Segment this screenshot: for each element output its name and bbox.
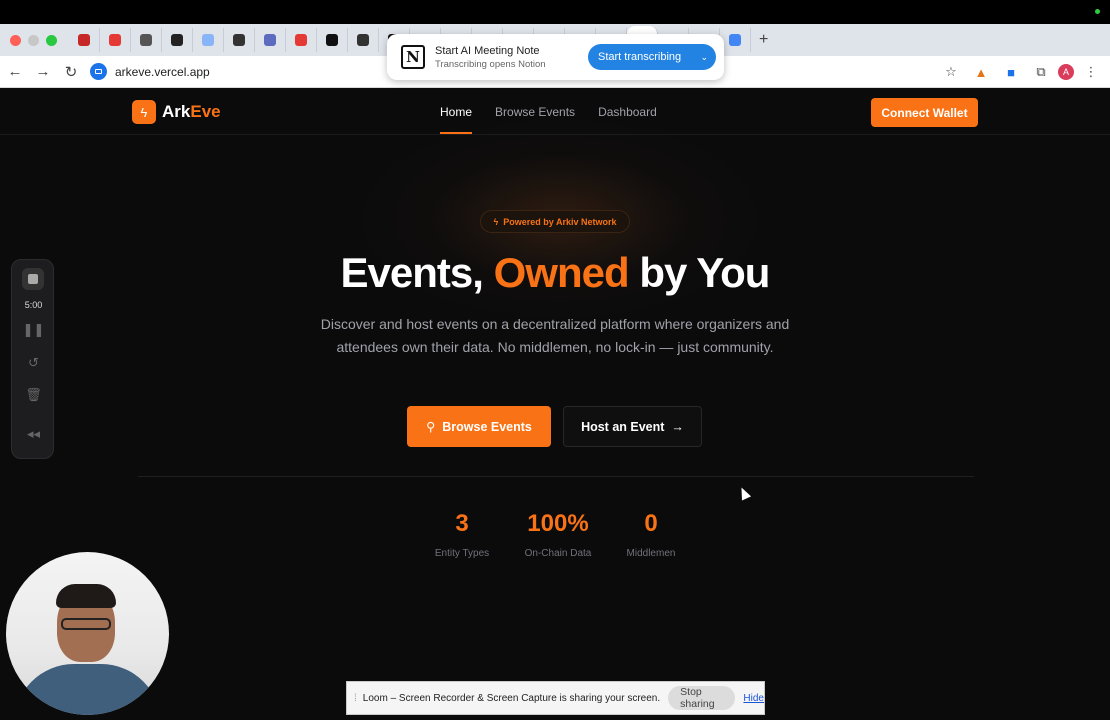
stop-sharing-button[interactable]: Stop sharing bbox=[668, 686, 736, 710]
metamask-extension-icon[interactable]: ▲ bbox=[968, 60, 994, 84]
new-tab-button[interactable]: + bbox=[759, 31, 768, 49]
site-info-icon[interactable] bbox=[90, 63, 107, 80]
reload-icon[interactable]: ↻ bbox=[58, 59, 84, 85]
tab[interactable] bbox=[255, 28, 286, 52]
window-controls bbox=[10, 34, 57, 46]
stat-on-chain-data: 100% On-Chain Data bbox=[520, 510, 596, 559]
loom-control-panel: 5:00 ❚❚ ↺ 🗑 ◂◂ bbox=[11, 259, 54, 459]
tab[interactable] bbox=[193, 28, 224, 52]
stat-label: On-Chain Data bbox=[524, 548, 592, 559]
stop-recording-button[interactable] bbox=[22, 268, 44, 290]
lightning-icon: ϟ bbox=[132, 100, 156, 124]
start-transcribing-button[interactable]: Start transcribing ⌄ bbox=[588, 44, 716, 70]
stat-label: Entity Types bbox=[434, 548, 490, 559]
notion-popup-subtitle: Transcribing opens Notion bbox=[435, 58, 546, 70]
tab[interactable] bbox=[69, 28, 100, 52]
minimize-window-button[interactable] bbox=[28, 34, 39, 46]
main-nav: Home Browse Events Dashboard bbox=[440, 105, 657, 134]
recording-timer: 5:00 bbox=[24, 300, 43, 310]
tab-favicon-icon bbox=[295, 34, 307, 46]
powered-by-badge: ϟ Powered by Arkiv Network bbox=[480, 210, 630, 233]
tab-favicon-icon bbox=[357, 34, 369, 46]
stat-value: 0 bbox=[644, 510, 658, 537]
host-event-label: Host an Event bbox=[581, 419, 665, 434]
chevron-down-icon[interactable]: ⌄ bbox=[700, 52, 708, 63]
tab[interactable] bbox=[100, 28, 131, 52]
tab[interactable] bbox=[162, 28, 193, 52]
tab-favicon-icon bbox=[109, 34, 121, 46]
drag-handle-icon[interactable]: ⁞ bbox=[354, 693, 357, 704]
brand-name: ArkEve bbox=[162, 102, 221, 121]
stat-middlemen: 0 Middlemen bbox=[622, 510, 680, 559]
tab-favicon-icon bbox=[78, 34, 90, 46]
stat-entity-types: 3 Entity Types bbox=[432, 510, 492, 559]
browser-menu-icon[interactable]: ⋮ bbox=[1078, 60, 1104, 84]
pause-icon[interactable]: ❚❚ bbox=[12, 322, 55, 338]
search-icon: ⚲ bbox=[426, 420, 436, 434]
stat-value: 3 bbox=[455, 510, 469, 537]
hide-link[interactable]: Hide bbox=[743, 693, 764, 704]
site-header: ϟ ArkEve Home Browse Events Dashboard Co… bbox=[0, 89, 1110, 135]
tab[interactable] bbox=[348, 28, 379, 52]
nav-browse-events[interactable]: Browse Events bbox=[495, 105, 575, 119]
maximize-window-button[interactable] bbox=[46, 34, 57, 46]
section-divider bbox=[138, 476, 974, 477]
address-bar[interactable]: arkeve.vercel.app bbox=[90, 60, 210, 84]
collapse-icon[interactable]: ◂◂ bbox=[12, 426, 55, 442]
forward-icon[interactable]: → bbox=[30, 59, 56, 85]
notion-popup-title: Start AI Meeting Note bbox=[435, 44, 540, 57]
tab-favicon-icon bbox=[171, 34, 183, 46]
camera-indicator-icon bbox=[1095, 9, 1100, 14]
notion-logo-icon: N bbox=[401, 45, 425, 69]
lightning-icon: ϟ bbox=[493, 216, 499, 227]
url-text[interactable]: arkeve.vercel.app bbox=[115, 65, 210, 79]
nav-home[interactable]: Home bbox=[440, 105, 473, 134]
start-transcribing-label: Start transcribing bbox=[598, 51, 682, 63]
stat-label: Middlemen bbox=[626, 548, 676, 559]
tab[interactable] bbox=[224, 28, 255, 52]
extension-badge-icon[interactable]: ■ bbox=[998, 60, 1024, 84]
nav-dashboard[interactable]: Dashboard bbox=[598, 105, 657, 119]
tab-favicon-icon bbox=[326, 34, 338, 46]
hero-subtitle: Discover and host events on a decentrali… bbox=[320, 316, 790, 355]
macos-menu-bar bbox=[0, 0, 1110, 24]
tab-favicon-icon bbox=[729, 34, 741, 46]
powered-by-label: Powered by Arkiv Network bbox=[503, 216, 617, 227]
browse-events-button[interactable]: ⚲ Browse Events bbox=[407, 406, 551, 447]
trash-icon[interactable]: 🗑 bbox=[12, 387, 55, 403]
close-window-button[interactable] bbox=[10, 34, 21, 46]
back-icon[interactable]: ← bbox=[2, 59, 28, 85]
tab[interactable] bbox=[720, 28, 751, 52]
tab-favicon-icon bbox=[140, 34, 152, 46]
stat-value: 100% bbox=[527, 510, 589, 537]
screen: ✕ + ⌄ ← → ↻ arkeve.vercel.app ☆ ▲ ■ ⧉ A … bbox=[0, 0, 1110, 720]
screen-sharing-bar: ⁞ Loom – Screen Recorder & Screen Captur… bbox=[346, 681, 765, 715]
host-event-button[interactable]: Host an Event → bbox=[563, 406, 702, 447]
sharing-message: Loom – Screen Recorder & Screen Capture … bbox=[362, 692, 661, 704]
tab-favicon-icon bbox=[264, 34, 276, 46]
notion-meeting-popup: N Start AI Meeting Note Transcribing ope… bbox=[387, 34, 724, 80]
brand-logo[interactable]: ϟ ArkEve bbox=[132, 100, 221, 124]
tab[interactable] bbox=[286, 28, 317, 52]
hero-title: Events, Owned by You bbox=[340, 249, 771, 296]
extensions-puzzle-icon[interactable]: ⧉ bbox=[1028, 60, 1054, 84]
bookmark-star-icon[interactable]: ☆ bbox=[938, 60, 964, 84]
arrow-right-icon: → bbox=[671, 419, 684, 434]
tab[interactable] bbox=[131, 28, 162, 52]
tab-favicon-icon bbox=[233, 34, 245, 46]
browse-events-label: Browse Events bbox=[442, 419, 532, 434]
restart-icon[interactable]: ↺ bbox=[12, 355, 55, 371]
profile-avatar[interactable]: A bbox=[1058, 64, 1074, 80]
tab[interactable] bbox=[317, 28, 348, 52]
connect-wallet-button[interactable]: Connect Wallet bbox=[871, 98, 978, 127]
webcam-bubble[interactable] bbox=[6, 552, 169, 715]
mouse-cursor-icon bbox=[736, 485, 752, 501]
tab-favicon-icon bbox=[202, 34, 214, 46]
